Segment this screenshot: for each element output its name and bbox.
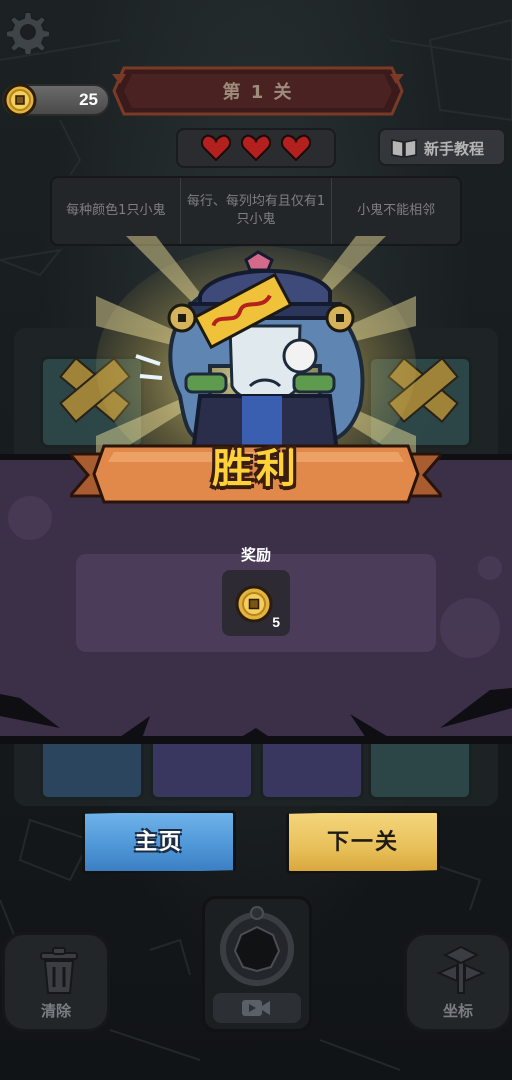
gear-icon[interactable] bbox=[6, 10, 50, 54]
rule-adjacent: 小鬼不能相邻 bbox=[357, 203, 436, 218]
coin-icon bbox=[235, 585, 273, 623]
next-level-button[interactable]: 下一关 bbox=[286, 810, 440, 874]
home-button[interactable]: 主页 bbox=[82, 810, 236, 874]
lives-display bbox=[176, 128, 336, 168]
heart-icon bbox=[241, 134, 271, 162]
clear-label: 清除 bbox=[40, 1002, 71, 1020]
bagua-medallion-icon bbox=[220, 906, 294, 986]
coin-icon bbox=[3, 83, 37, 117]
rule-row-column: 每行、每列均有且仅有1只小鬼 bbox=[181, 178, 333, 244]
video-icon bbox=[242, 1000, 270, 1016]
rule-color: 每种颜色1只小鬼 bbox=[52, 178, 181, 244]
tutorial-button[interactable]: 新手教程 bbox=[378, 128, 506, 166]
heart-icon bbox=[201, 134, 231, 162]
heart-icon bbox=[281, 134, 311, 162]
coin-counter: 25 bbox=[2, 83, 110, 117]
panel-bottom-edge bbox=[0, 736, 512, 744]
coin-count: 25 bbox=[79, 90, 98, 109]
hint-button[interactable] bbox=[202, 896, 312, 1032]
clear-button[interactable]: 清除 bbox=[2, 932, 110, 1032]
book-icon bbox=[391, 139, 417, 158]
level-banner: 第 1 关 bbox=[112, 64, 404, 118]
signpost-icon bbox=[436, 945, 486, 994]
coordinate-button[interactable]: 坐标 bbox=[404, 932, 512, 1032]
reward-label: 奖励 bbox=[240, 546, 271, 564]
game-screen: 25 第 1 关 新手教程 每种颜色1只小鬼 每行、每列均有且仅有1只小鬼 小鬼… bbox=[0, 0, 512, 1080]
reward-quantity: 5 bbox=[272, 614, 280, 630]
tutorial-label: 新手教程 bbox=[424, 140, 485, 158]
coordinate-label: 坐标 bbox=[442, 1002, 473, 1020]
watch-video-button[interactable] bbox=[213, 993, 301, 1023]
trash-icon bbox=[40, 947, 78, 994]
level-title: 第 1 关 bbox=[222, 82, 294, 103]
reward-item: 5 bbox=[222, 570, 290, 636]
victory-title: 胜利 bbox=[212, 446, 300, 492]
